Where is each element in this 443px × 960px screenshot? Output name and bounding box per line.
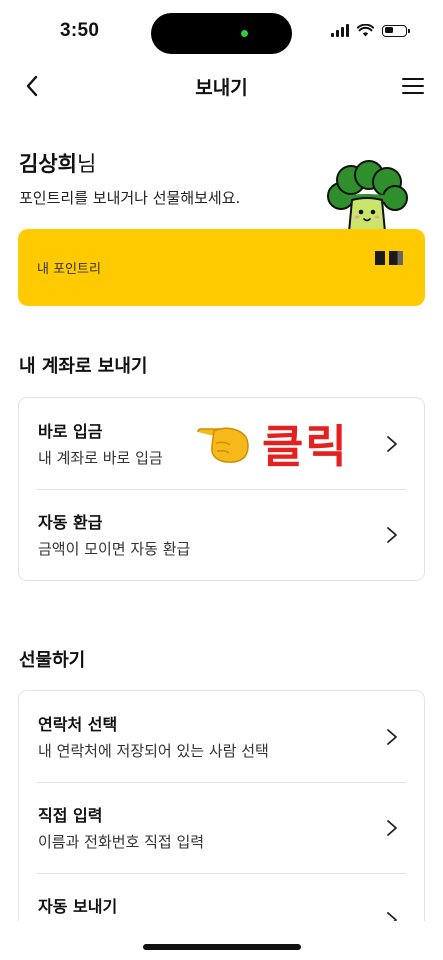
cellular-signal-icon [331, 24, 349, 37]
status-time: 3:50 [60, 20, 100, 41]
list-item-title: 바로 입금 [38, 422, 103, 441]
pointing-hand-icon [197, 427, 249, 463]
home-indicator [143, 944, 301, 950]
list-item-direct-input[interactable]: 직접 입력 이름과 전화번호 직접 입력 [19, 782, 424, 873]
list-item-title: 직접 입력 [38, 806, 103, 825]
chevron-right-icon [387, 820, 397, 836]
broccoli-mascot-icon [327, 160, 408, 235]
list-item-title: 자동 보내기 [38, 897, 118, 916]
chevron-right-icon [387, 527, 397, 543]
list-item-auto-send[interactable]: 자동 보내기 [19, 873, 424, 921]
wifi-icon [357, 24, 374, 37]
list-item-select-contact[interactable]: 연락처 선택 내 연락처에 저장되어 있는 사람 선택 [19, 691, 424, 782]
battery-icon [382, 24, 410, 37]
name-suffix: 님 [76, 152, 97, 176]
gift-card: 연락처 선택 내 연락처에 저장되어 있는 사람 선택 직접 입력 이름과 전화… [18, 690, 425, 921]
click-annotation: 클릭 [196, 410, 349, 475]
status-icons [331, 24, 410, 37]
nav-bar: 보내기 [0, 64, 443, 108]
list-item-title: 자동 환급 [38, 513, 103, 532]
list-item-title: 연락처 선택 [38, 715, 118, 734]
list-item-auto-refund[interactable]: 자동 환급 금액이 모이면 자동 환급 [19, 489, 424, 580]
menu-button[interactable] [397, 70, 429, 102]
status-bar: 3:50 [0, 0, 443, 64]
camera-indicator-icon [241, 30, 248, 37]
section-title-gift: 선물하기 [19, 650, 86, 671]
list-item-subtitle: 금액이 모이면 자동 환급 [38, 540, 191, 558]
section-title-my-account: 내 계좌로 보내기 [19, 356, 148, 377]
points-value-redacted [375, 251, 403, 265]
hamburger-menu-icon [402, 78, 424, 94]
dynamic-island [151, 13, 292, 54]
greeting-description: 포인트리를 보내거나 선물해보세요. [19, 189, 241, 207]
list-item-subtitle: 이름과 전화번호 직접 입력 [38, 833, 205, 851]
user-greeting: 김상희님 [19, 148, 96, 178]
page-title: 보내기 [195, 77, 248, 99]
user-name: 김상희 [19, 152, 77, 176]
list-item-subtitle: 내 연락처에 저장되어 있는 사람 선택 [38, 742, 269, 760]
list-item-subtitle: 내 계좌로 바로 입금 [38, 449, 163, 467]
chevron-right-icon [387, 436, 397, 452]
annotation-text: 클릭 [262, 420, 349, 473]
points-card[interactable]: 내 포인트리 [18, 229, 425, 306]
points-label: 내 포인트리 [37, 262, 101, 277]
chevron-right-icon [387, 912, 397, 921]
chevron-right-icon [387, 729, 397, 745]
